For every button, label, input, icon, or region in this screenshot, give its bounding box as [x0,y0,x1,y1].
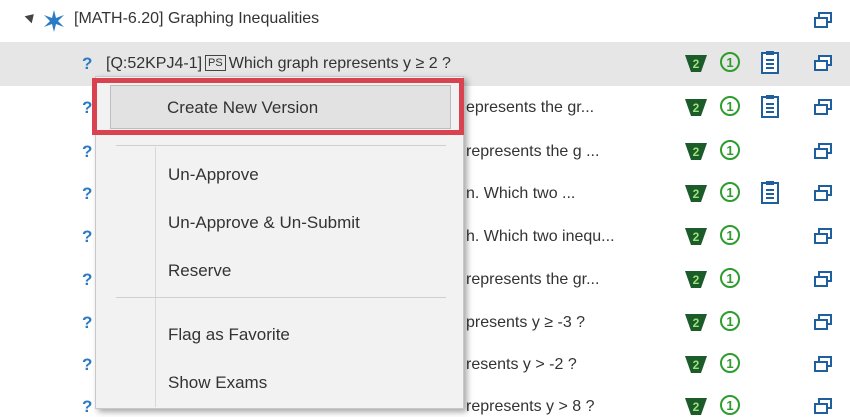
clipboard-icon[interactable] [760,50,780,74]
svg-text:2: 2 [693,145,700,159]
approval-count-badge: 1 [720,353,740,373]
approval-count-badge: 1 [720,182,740,202]
version-badge-icon: 2 [685,99,707,116]
group-title: [MATH-6.20] Graphing Inequalities [74,10,320,27]
svg-text:2: 2 [693,316,700,330]
question-mark-icon[interactable]: ? [82,184,92,204]
svg-text:2: 2 [693,187,700,201]
version-badge-icon: 2 [685,398,707,415]
svg-text:2: 2 [693,57,700,71]
clipboard-icon[interactable] [760,180,780,204]
svg-text:2: 2 [693,230,700,244]
approval-count-badge: 1 [720,140,740,160]
question-text: represents the gr... [466,271,600,288]
version-badge-icon: 2 [685,143,707,160]
question-mark-icon[interactable]: ? [82,313,92,333]
approval-count-badge: 1 [720,225,740,245]
question-mark-icon[interactable]: ? [82,397,92,417]
svg-text:2: 2 [693,358,700,372]
highlight-box [92,78,464,135]
question-text: represents the g ... [466,143,600,160]
menu-item-flag-as-favorite[interactable]: Flag as Favorite [96,315,463,355]
version-badge-icon: 2 [685,185,707,202]
group-header-row[interactable]: [MATH-6.20] Graphing Inequalities [0,0,850,40]
starburst-icon [44,10,64,32]
collapse-arrow-icon[interactable] [24,10,38,24]
menu-item-reserve[interactable]: Reserve [96,251,463,291]
menu-item-un-approve[interactable]: Un-Approve [96,155,463,195]
question-mark-icon[interactable]: ? [82,142,92,162]
question-text: presents y ≥ -3 ? [466,314,586,331]
version-badge-icon: 2 [685,228,707,245]
clipboard-icon[interactable] [760,94,780,118]
question-text: resents y > -2 ? [466,356,577,373]
approval-count-badge: 1 [720,268,740,288]
version-badge-icon: 2 [685,356,707,373]
version-badge-icon: 2 [685,314,707,331]
version-badge-icon: 2 [685,271,707,288]
question-mark-icon[interactable]: ? [82,98,92,118]
question-text: n. Which two ... [466,185,576,202]
open-window-icon[interactable] [814,12,832,28]
open-window-icon[interactable] [814,55,832,71]
approval-count-badge: 1 [720,395,740,415]
approval-count-badge: 1 [720,96,740,116]
open-window-icon[interactable] [814,271,832,287]
svg-text:2: 2 [693,101,700,115]
menu-separator [116,297,446,298]
question-mark-icon[interactable]: ? [82,227,92,247]
open-window-icon[interactable] [814,228,832,244]
open-window-icon[interactable] [814,314,832,330]
question-mark-icon[interactable]: ? [82,270,92,290]
question-text: h. Which two inequ... [466,228,615,245]
open-window-icon[interactable] [814,99,832,115]
question-mark-icon[interactable]: ? [82,355,92,375]
svg-text:2: 2 [693,273,700,287]
question-text: [Q:52KPJ4-1] PS Which graph represents y ≥… [106,55,451,72]
svg-text:2: 2 [693,400,700,414]
menu-item-show-exams[interactable]: Show Exams [96,363,463,403]
open-window-icon[interactable] [814,356,832,372]
open-window-icon[interactable] [814,143,832,159]
menu-separator [116,145,446,146]
question-text: represents y > 8 ? [466,398,595,415]
open-window-icon[interactable] [814,185,832,201]
approval-count-badge: 1 [720,52,740,72]
open-window-icon[interactable] [814,398,832,414]
version-badge-icon: 2 [685,55,707,72]
question-mark-icon[interactable]: ? [82,54,92,74]
menu-item-un-approve-un-submit[interactable]: Un-Approve & Un-Submit [96,203,463,243]
question-text: epresents the gr... [466,99,595,116]
approval-count-badge: 1 [720,311,740,331]
